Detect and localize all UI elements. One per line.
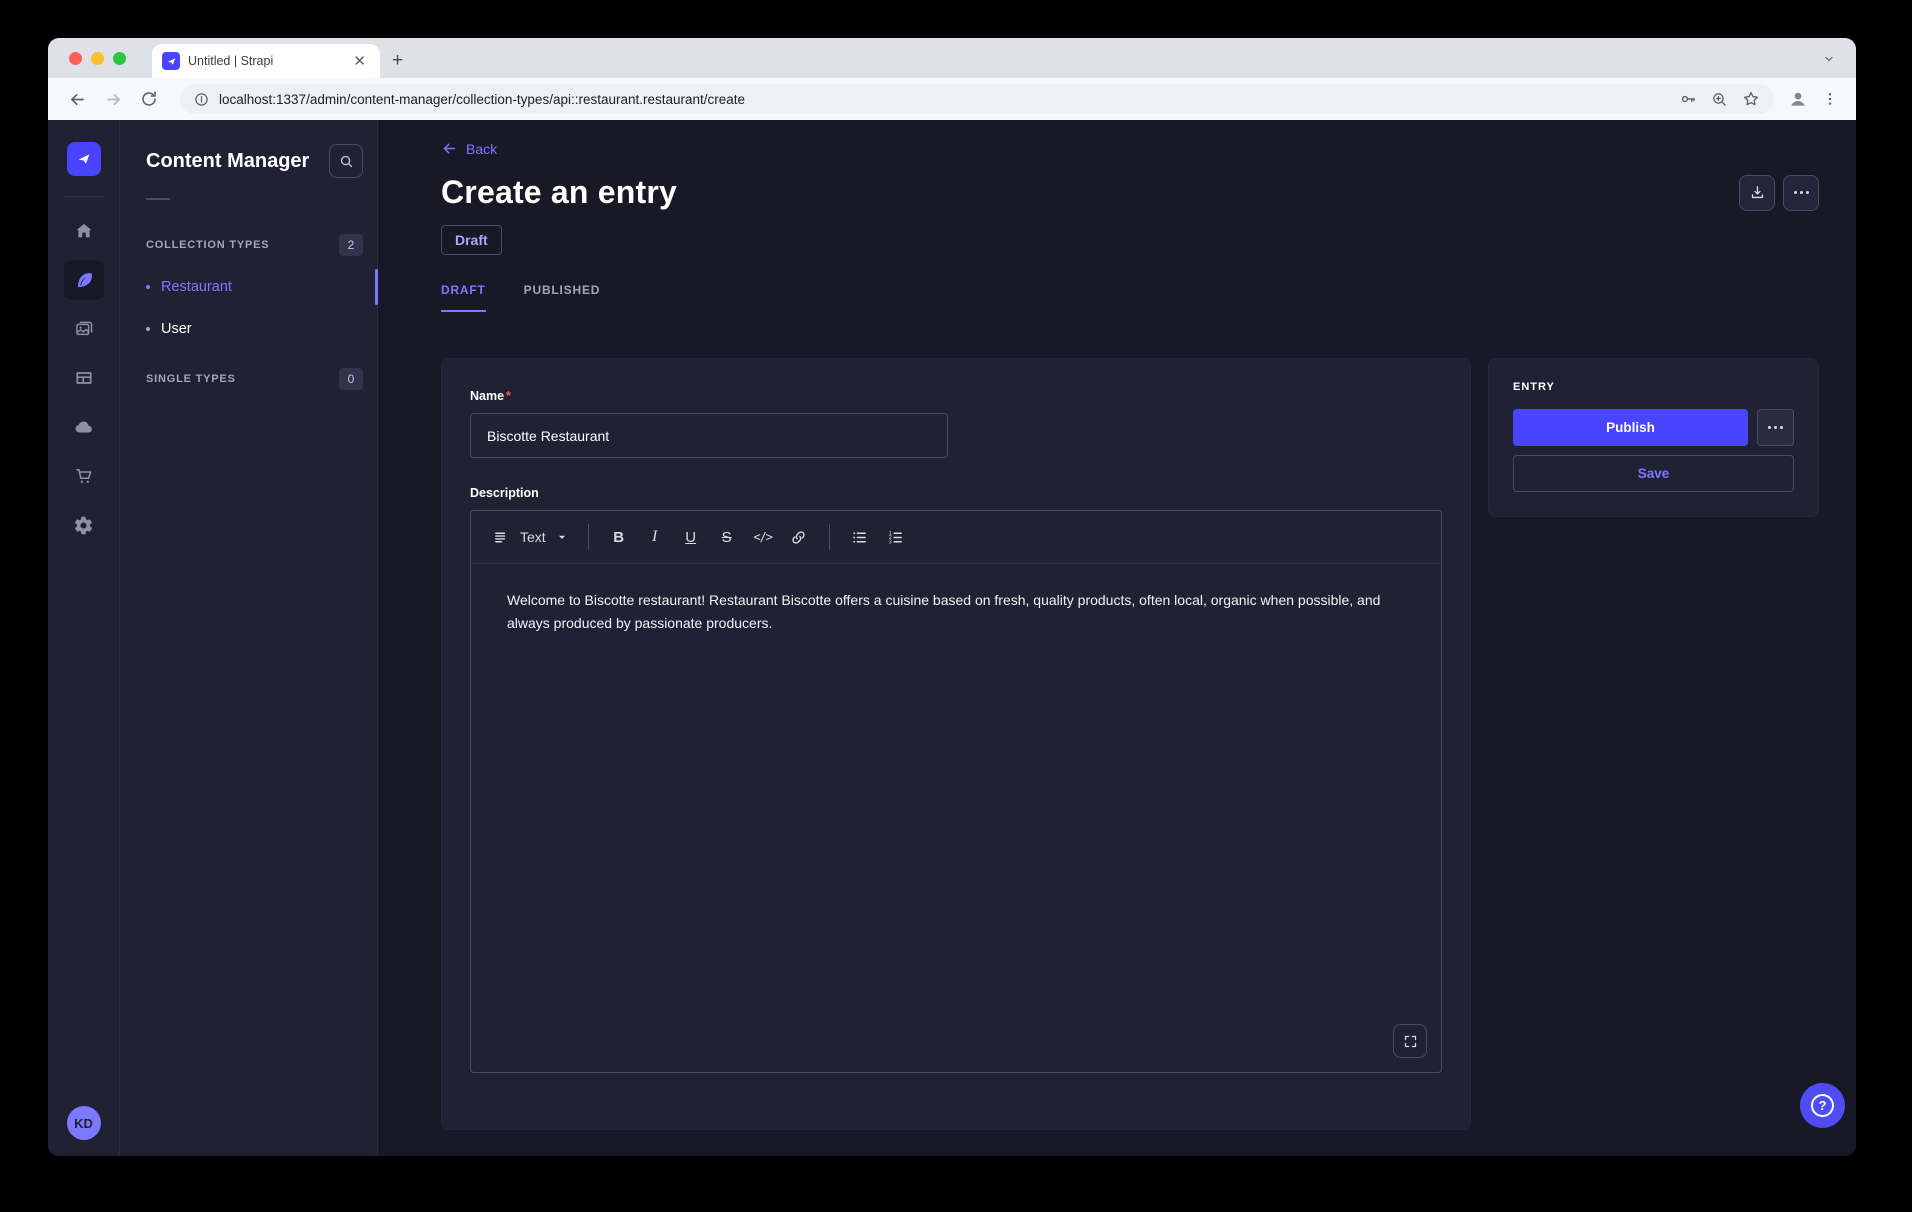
underline-button[interactable]: U <box>674 520 708 554</box>
editor-content[interactable]: Welcome to Biscotte restaurant! Restaura… <box>471 564 1441 1072</box>
numbered-list-button[interactable]: 123 <box>879 520 913 554</box>
numbered-list-icon: 123 <box>887 529 904 546</box>
content-manager-sidebar: Content Manager COLLECTION TYPES 2 Resta… <box>120 120 378 1156</box>
tab-title: Untitled | Strapi <box>188 54 341 68</box>
save-button[interactable]: Save <box>1513 455 1794 492</box>
site-info-icon[interactable] <box>194 92 209 107</box>
password-key-icon[interactable] <box>1679 90 1697 108</box>
minimize-window-button[interactable] <box>91 52 104 65</box>
collection-types-label: COLLECTION TYPES <box>146 239 269 251</box>
entry-panel-title: ENTRY <box>1513 381 1794 393</box>
tab-published[interactable]: PUBLISHED <box>524 283 601 312</box>
italic-button[interactable]: I <box>638 520 672 554</box>
marketplace-cart-icon[interactable] <box>64 456 104 496</box>
export-download-button[interactable] <box>1739 175 1775 211</box>
name-field-label: Name* <box>470 389 511 403</box>
browser-toolbar: localhost:1337/admin/content-manager/col… <box>48 78 1856 120</box>
home-icon[interactable] <box>64 211 104 251</box>
required-asterisk: * <box>506 389 511 403</box>
bulleted-list-button[interactable] <box>843 520 877 554</box>
sidebar-item-restaurant[interactable]: Restaurant <box>146 266 363 308</box>
main-content: Back Create an entry Draft DRAFT PUBLISH… <box>378 120 1856 1156</box>
sidebar-title: Content Manager <box>146 150 309 173</box>
browser-tab[interactable]: Untitled | Strapi ✕ <box>152 44 380 78</box>
strapi-logo-icon[interactable] <box>67 142 101 176</box>
new-tab-button[interactable]: + <box>392 50 403 72</box>
more-actions-button[interactable] <box>1783 175 1819 211</box>
window-controls <box>69 38 126 78</box>
url-bar[interactable]: localhost:1337/admin/content-manager/col… <box>180 84 1774 114</box>
strapi-app: KD Content Manager COLLECTION TYPES 2 Re… <box>48 120 1856 1156</box>
single-types-label: SINGLE TYPES <box>146 373 236 385</box>
search-button[interactable] <box>329 144 363 178</box>
bold-button[interactable]: B <box>602 520 636 554</box>
more-icon <box>1794 191 1809 194</box>
expand-icon <box>1403 1034 1418 1049</box>
link-button[interactable] <box>782 520 816 554</box>
strapi-favicon-icon <box>162 52 180 70</box>
version-tabs: DRAFT PUBLISHED <box>441 283 1819 312</box>
toolbar-divider <box>829 524 830 550</box>
bookmark-star-icon[interactable] <box>1742 90 1760 108</box>
single-types-count-badge: 0 <box>339 368 363 390</box>
entry-form-card: Name* Description Text <box>441 358 1471 1130</box>
question-mark-icon: ? <box>1811 1094 1834 1117</box>
strikethrough-button[interactable]: S <box>710 520 744 554</box>
tab-search-chevron-icon[interactable] <box>1816 46 1842 72</box>
tab-strip: Untitled | Strapi ✕ + <box>48 38 1856 78</box>
entry-more-button[interactable] <box>1757 409 1794 446</box>
sidebar-divider <box>146 198 170 200</box>
publish-button[interactable]: Publish <box>1513 409 1748 446</box>
rich-text-editor: Text B I U S </> <box>470 510 1442 1073</box>
entry-panel: ENTRY Publish Save <box>1488 358 1819 517</box>
back-link[interactable]: Back <box>441 140 497 157</box>
code-button[interactable]: </> <box>746 520 780 554</box>
settings-gear-icon[interactable] <box>64 505 104 545</box>
sidebar-item-label: Restaurant <box>161 279 232 295</box>
help-button[interactable]: ? <box>1800 1083 1845 1128</box>
content-type-builder-icon[interactable] <box>64 358 104 398</box>
url-text: localhost:1337/admin/content-manager/col… <box>219 92 745 107</box>
close-window-button[interactable] <box>69 52 82 65</box>
collection-types-count-badge: 2 <box>339 234 363 256</box>
block-type-dropdown[interactable]: Text <box>485 529 576 546</box>
user-avatar[interactable]: KD <box>67 1106 101 1140</box>
page-title: Create an entry <box>441 174 677 211</box>
content-manager-icon[interactable] <box>64 260 104 300</box>
tab-draft[interactable]: DRAFT <box>441 283 486 312</box>
download-icon <box>1749 184 1766 201</box>
name-field[interactable] <box>470 413 948 458</box>
svg-text:3: 3 <box>889 539 892 545</box>
media-library-icon[interactable] <box>64 309 104 349</box>
zoom-page-icon[interactable] <box>1711 91 1728 108</box>
sidebar-item-label: User <box>161 321 192 337</box>
bullet-icon <box>146 285 150 289</box>
close-tab-icon[interactable]: ✕ <box>349 52 370 71</box>
forward-nav-icon[interactable] <box>98 84 128 114</box>
expand-editor-button[interactable] <box>1393 1024 1427 1058</box>
editor-toolbar: Text B I U S </> <box>471 511 1441 564</box>
more-icon <box>1768 426 1783 429</box>
status-badge: Draft <box>441 225 502 255</box>
arrow-left-icon <box>441 140 458 157</box>
zoom-window-button[interactable] <box>113 52 126 65</box>
paragraph-lines-icon <box>493 529 510 546</box>
browser-window: Untitled | Strapi ✕ + localhost:1337/adm… <box>48 38 1856 1156</box>
main-nav-rail: KD <box>48 120 120 1156</box>
cloud-deploy-icon[interactable] <box>64 407 104 447</box>
bulleted-list-icon <box>851 529 868 546</box>
reload-icon[interactable] <box>134 84 164 114</box>
profile-avatar-icon[interactable] <box>1788 89 1808 109</box>
link-icon <box>790 529 807 546</box>
description-field-label: Description <box>470 486 539 500</box>
chevron-down-icon <box>556 531 568 543</box>
bullet-icon <box>146 327 150 331</box>
browser-menu-icon[interactable] <box>1822 91 1838 107</box>
toolbar-divider <box>588 524 589 550</box>
back-nav-icon[interactable] <box>62 84 92 114</box>
sidebar-item-user[interactable]: User <box>146 308 363 350</box>
rail-divider <box>64 196 104 197</box>
